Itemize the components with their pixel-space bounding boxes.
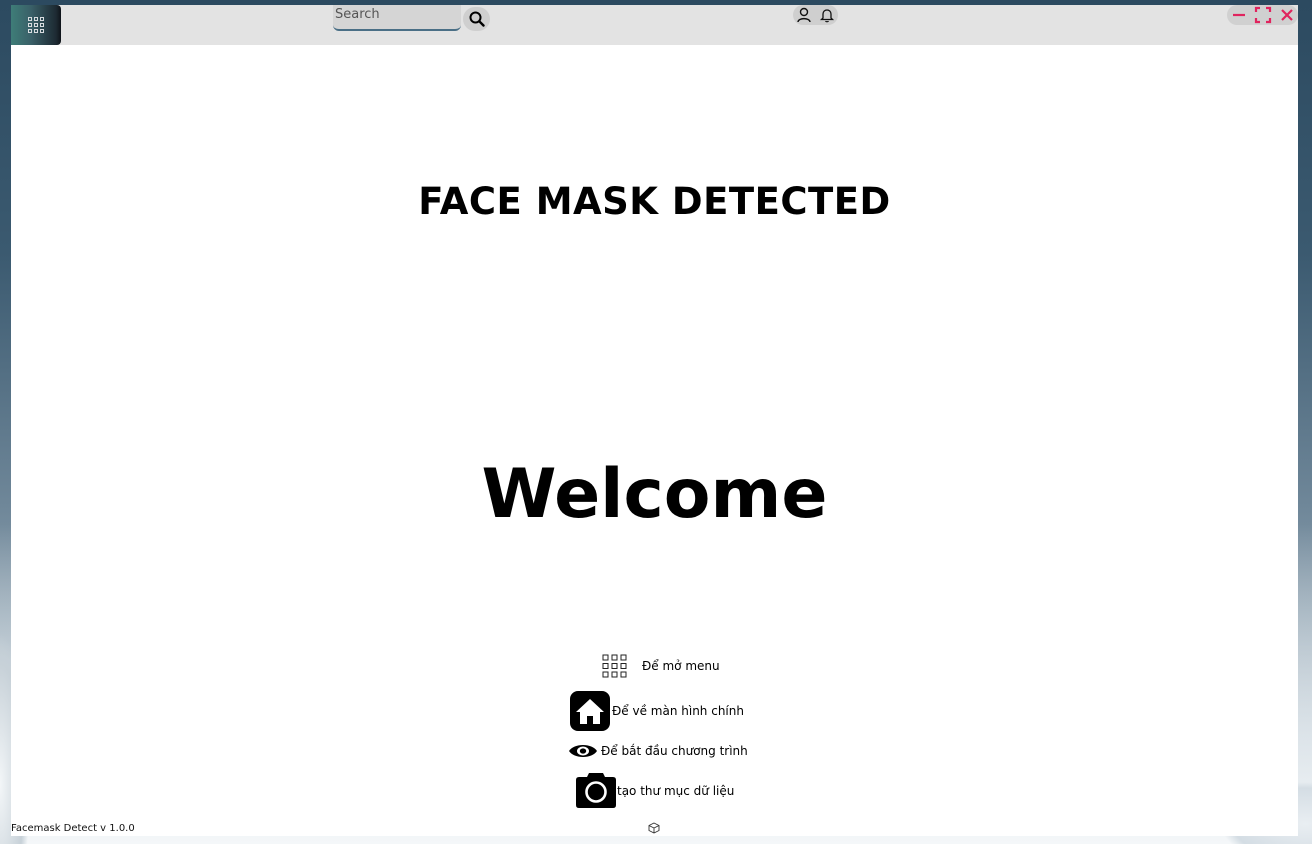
cube-icon bbox=[648, 822, 660, 834]
help-text-data-folder: tạo thư mục dữ liệu bbox=[617, 784, 735, 798]
minimize-icon[interactable] bbox=[1231, 7, 1247, 23]
help-text-menu: Để mở menu bbox=[642, 659, 720, 673]
help-item-menu: Để mở menu bbox=[602, 654, 720, 678]
camera-icon bbox=[576, 773, 616, 808]
help-item-home: Để về màn hình chính bbox=[570, 691, 744, 731]
help-item-start: Để bắt đầu chương trình bbox=[568, 740, 748, 762]
user-icon[interactable] bbox=[796, 7, 812, 23]
help-text-home: Để về màn hình chính bbox=[612, 704, 744, 718]
search-button[interactable] bbox=[463, 7, 490, 31]
menu-button[interactable] bbox=[11, 5, 61, 45]
help-item-data-folder: tạo thư mục dữ liệu bbox=[575, 772, 734, 810]
search-bar bbox=[333, 5, 490, 32]
fullscreen-icon[interactable] bbox=[1254, 6, 1272, 24]
app-heading: FACE MASK DETECTED bbox=[418, 180, 891, 223]
window-controls bbox=[1227, 5, 1298, 25]
grid-menu-icon bbox=[602, 654, 627, 678]
search-icon bbox=[469, 11, 485, 27]
eye-icon bbox=[569, 745, 597, 757]
top-bar bbox=[11, 5, 1298, 45]
home-icon bbox=[570, 691, 610, 731]
grid-menu-icon bbox=[28, 17, 44, 33]
help-text-start: Để bắt đầu chương trình bbox=[601, 744, 748, 758]
search-input[interactable] bbox=[333, 5, 461, 31]
bell-icon[interactable] bbox=[819, 7, 835, 23]
welcome-title: Welcome bbox=[481, 455, 828, 534]
user-controls bbox=[793, 5, 838, 25]
app-window: FACE MASK DETECTED Welcome Để mở menu Để… bbox=[11, 5, 1298, 836]
version-label: Facemask Detect v 1.0.0 bbox=[11, 823, 135, 834]
close-icon[interactable] bbox=[1279, 7, 1295, 23]
